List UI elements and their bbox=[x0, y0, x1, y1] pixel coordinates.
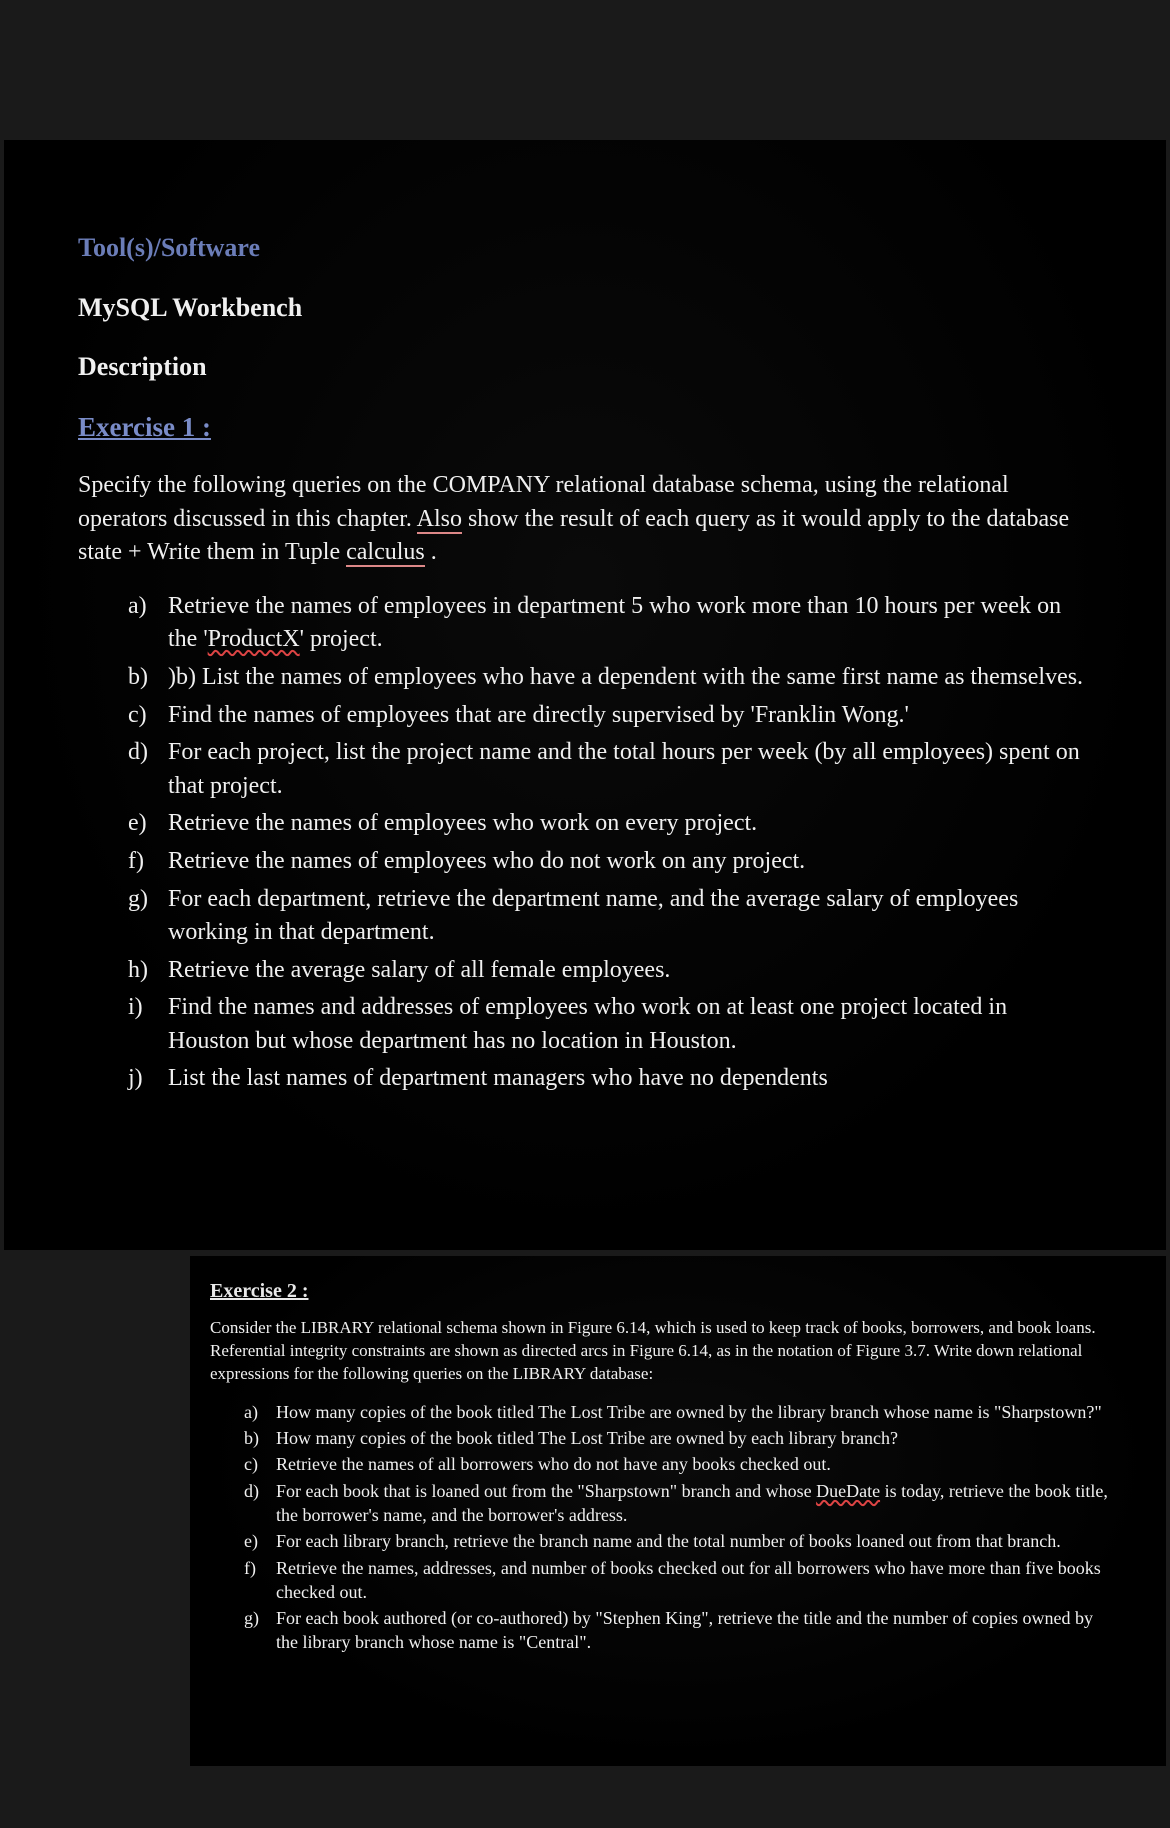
list-item: f)Retrieve the names, addresses, and num… bbox=[244, 1556, 1114, 1605]
list-item: a)How many copies of the book titled The… bbox=[244, 1400, 1114, 1424]
list-item: d)For each project, list the project nam… bbox=[128, 736, 1088, 803]
list-item-label: d) bbox=[244, 1479, 276, 1528]
list-item: i)Find the names and addresses of employ… bbox=[128, 991, 1088, 1058]
tools-value: MySQL Workbench bbox=[78, 290, 1106, 326]
list-item: e)Retrieve the names of employees who wo… bbox=[128, 807, 1088, 841]
list-item-label: e) bbox=[244, 1529, 276, 1553]
list-item-text: For each library branch, retrieve the br… bbox=[276, 1529, 1114, 1553]
exercise-2-list: a)How many copies of the book titled The… bbox=[244, 1400, 1114, 1655]
list-item-text: For each book that is loaned out from th… bbox=[276, 1479, 1114, 1528]
list-item: b)How many copies of the book titled The… bbox=[244, 1426, 1114, 1450]
list-item-text: How many copies of the book titled The L… bbox=[276, 1400, 1114, 1424]
document-page-2: Exercise 2 : Consider the LIBRARY relati… bbox=[190, 1256, 1166, 1766]
list-item-text: Retrieve the names, addresses, and numbe… bbox=[276, 1556, 1114, 1605]
list-item-label: b) bbox=[244, 1426, 276, 1450]
list-item: h)Retrieve the average salary of all fem… bbox=[128, 954, 1088, 988]
list-item-text: How many copies of the book titled The L… bbox=[276, 1426, 1114, 1450]
list-item: e)For each library branch, retrieve the … bbox=[244, 1529, 1114, 1553]
list-item-text: For each book authored (or co-authored) … bbox=[276, 1606, 1114, 1655]
exercise-1-heading: Exercise 1 : bbox=[78, 409, 211, 447]
list-item-label: b) bbox=[128, 661, 168, 695]
exercise-2-preamble: Consider the LIBRARY relational schema s… bbox=[210, 1317, 1110, 1386]
document-page-1: Tool(s)/Software MySQL Workbench Descrip… bbox=[4, 140, 1166, 1250]
list-item: j)List the last names of department mana… bbox=[128, 1062, 1088, 1096]
list-item-label: a) bbox=[244, 1400, 276, 1424]
list-item-text: Retrieve the names of all borrowers who … bbox=[276, 1452, 1114, 1476]
list-item-text: Find the names of employees that are dir… bbox=[168, 699, 1088, 733]
list-item-label: f) bbox=[244, 1556, 276, 1605]
list-item-text: For each department, retrieve the depart… bbox=[168, 883, 1088, 950]
list-item: b))b) List the names of employees who ha… bbox=[128, 661, 1088, 695]
list-item-text: Retrieve the names of employees who do n… bbox=[168, 845, 1088, 879]
list-item-label: c) bbox=[128, 699, 168, 733]
list-item: c)Find the names of employees that are d… bbox=[128, 699, 1088, 733]
description-heading: Description bbox=[78, 349, 1106, 385]
list-item: d)For each book that is loaned out from … bbox=[244, 1479, 1114, 1528]
list-item-label: i) bbox=[128, 991, 168, 1058]
list-item-text: Retrieve the names of employees in depar… bbox=[168, 590, 1088, 657]
list-item: f)Retrieve the names of employees who do… bbox=[128, 845, 1088, 879]
list-item-label: e) bbox=[128, 807, 168, 841]
list-item-label: d) bbox=[128, 736, 168, 803]
list-item-text: Retrieve the average salary of all femal… bbox=[168, 954, 1088, 988]
list-item-text: Find the names and addresses of employee… bbox=[168, 991, 1088, 1058]
list-item-label: c) bbox=[244, 1452, 276, 1476]
list-item: c)Retrieve the names of all borrowers wh… bbox=[244, 1452, 1114, 1476]
list-item: g)For each department, retrieve the depa… bbox=[128, 883, 1088, 950]
list-item-text: List the last names of department manage… bbox=[168, 1062, 1088, 1096]
exercise-2-heading: Exercise 2 : bbox=[210, 1278, 309, 1305]
list-item-label: h) bbox=[128, 954, 168, 988]
list-item-label: g) bbox=[128, 883, 168, 950]
exercise-1-preamble: Specify the following queries on the COM… bbox=[78, 469, 1098, 570]
list-item-text: )b) List the names of employees who have… bbox=[168, 661, 1088, 695]
list-item-label: a) bbox=[128, 590, 168, 657]
list-item-text: Retrieve the names of employees who work… bbox=[168, 807, 1088, 841]
list-item: g)For each book authored (or co-authored… bbox=[244, 1606, 1114, 1655]
list-item-label: f) bbox=[128, 845, 168, 879]
list-item-label: g) bbox=[244, 1606, 276, 1655]
list-item-text: For each project, list the project name … bbox=[168, 736, 1088, 803]
list-item: a)Retrieve the names of employees in dep… bbox=[128, 590, 1088, 657]
tools-heading: Tool(s)/Software bbox=[78, 230, 1106, 266]
list-item-label: j) bbox=[128, 1062, 168, 1096]
exercise-1-list: a)Retrieve the names of employees in dep… bbox=[128, 590, 1088, 1096]
